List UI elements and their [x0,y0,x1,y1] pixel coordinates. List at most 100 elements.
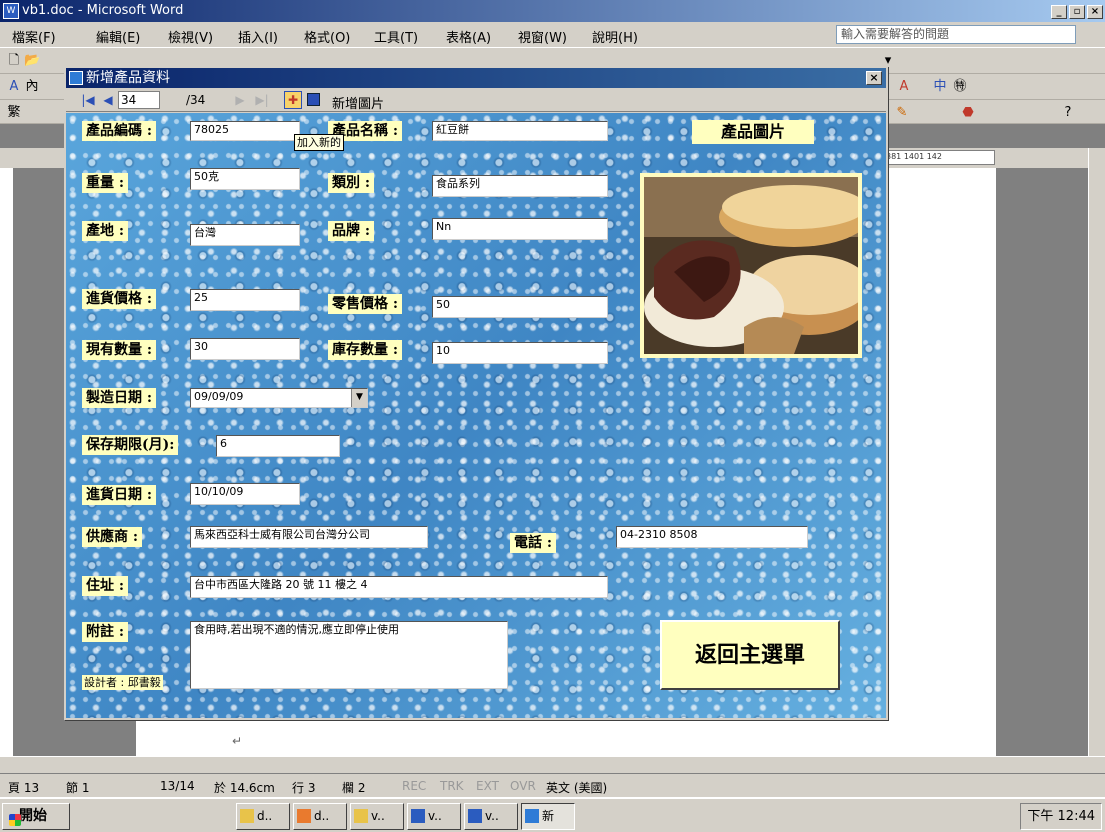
toolbar-tool-icon[interactable]: ✎ [894,105,910,121]
add-image-button[interactable]: 新增圖片 [332,93,384,112]
form-app-icon[interactable] [69,71,83,85]
product-form-window: 新增產品資料 × |◀ ◀ 34 /34 ▶ ▶| ✚ 新增圖片 加入新的 產品… [64,66,888,720]
status-bar: 頁 13 節 1 13/14 於 14.6cm 行 3 欄 2 REC TRK … [0,773,1105,797]
app-icon [297,809,311,823]
record-number-input[interactable]: 34 [118,91,160,109]
close-button[interactable]: × [1087,5,1103,19]
add-record-button[interactable]: ✚ [284,91,302,109]
address-field[interactable]: 台中市西區大隆路 20 號 11 樓之 4 [190,576,608,598]
stock-qty-field[interactable]: 10 [432,342,608,364]
save-icon[interactable] [307,93,320,106]
task-form-active[interactable]: 新 [521,803,575,830]
minimize-button[interactable]: _ [1051,5,1067,19]
menu-file[interactable]: 檔案(F) [12,27,56,46]
start-button[interactable]: 開始 [2,803,70,830]
task-word-5[interactable]: v.. [464,803,518,830]
origin-field[interactable]: 台灣 [190,224,300,246]
font-color-icon[interactable]: A [896,79,912,95]
horizontal-scrollbar[interactable] [0,756,1105,773]
task-app-2[interactable]: d.. [293,803,347,830]
status-trk[interactable]: TRK [440,779,464,793]
task-label: d.. [257,809,273,823]
status-ovr[interactable]: OVR [510,779,536,793]
ask-question-input[interactable]: 輸入需要解答的問題 [836,25,1076,44]
dropdown-arrow-icon[interactable]: ▼ [351,389,367,407]
notes-textarea[interactable]: 食用時,若出現不適的情況,應立即停止使用 [190,621,508,689]
status-ext[interactable]: EXT [476,779,499,793]
first-record-icon[interactable]: |◀ [80,92,96,108]
code-field[interactable]: 78025 [190,121,300,141]
category-field[interactable]: 食品系列 [432,175,608,197]
content-icon[interactable]: 內 [24,79,40,95]
form-title-bar: 新增產品資料 [66,68,886,88]
record-navigation-bar: |◀ ◀ 34 /34 ▶ ▶| ✚ 新增圖片 [66,88,886,112]
status-pages: 13/14 [160,779,195,793]
designer-credit: 設計者 : 邱書毅 [82,675,163,690]
retail-field[interactable]: 50 [432,296,608,318]
shelf-life-label: 保存期限(月): [82,435,179,455]
stock-qty-label: 庫存數量 : [328,340,403,360]
toolbar-stop-icon[interactable]: ⬣ [960,105,976,121]
form-icon [525,809,539,823]
shelf-life-field[interactable]: 6 [216,435,340,457]
menu-format[interactable]: 格式(O) [304,27,350,46]
word-icon [468,809,482,823]
menu-bar: 檔案(F) 編輯(E) 檢視(V) 插入(I) 格式(O) 工具(T) 表格(A… [0,22,1105,48]
current-qty-label: 現有數量 : [82,340,157,360]
menu-view[interactable]: 檢視(V) [168,27,213,46]
code-label: 產品編碼 : [82,121,157,141]
supplier-field[interactable]: 馬來西亞科士威有限公司台灣分公司 [190,526,428,548]
vertical-scrollbar[interactable] [1088,148,1105,773]
menu-tools[interactable]: 工具(T) [374,27,418,46]
current-qty-field[interactable]: 30 [190,338,300,360]
origin-label: 產地 : [82,221,129,241]
task-folder-3[interactable]: v.. [350,803,404,830]
task-word-4[interactable]: v.. [407,803,461,830]
help-icon[interactable]: ? [1060,105,1076,121]
form-close-button[interactable]: × [866,71,882,85]
task-folder-1[interactable]: d.. [236,803,290,830]
record-total: /34 [186,93,206,107]
mfg-date-dropdown[interactable]: 09/09/09 ▼ [190,388,368,408]
status-section: 節 1 [66,781,90,795]
weight-field[interactable]: 50克 [190,168,300,190]
status-page: 頁 13 [8,781,40,795]
name-field[interactable]: 紅豆餅 [432,121,608,141]
menu-window[interactable]: 視窗(W) [518,27,567,46]
cost-field[interactable]: 25 [190,289,300,311]
last-record-icon[interactable]: ▶| [254,92,270,108]
traditional-chinese-icon[interactable]: 繁 [6,105,22,121]
menu-edit[interactable]: 編輯(E) [96,27,140,46]
form-body: 產品編碼 : 78025 產品名稱 : 紅豆餅 重量 : 50克 類別 : 食品… [66,113,886,718]
status-rec[interactable]: REC [402,779,426,793]
task-label: v.. [371,809,385,823]
word-icon [411,809,425,823]
brand-field[interactable]: Nn [432,218,608,240]
back-to-main-menu-button[interactable]: 返回主選單 [660,620,840,690]
phone-field[interactable]: 04-2310 8508 [616,526,808,548]
task-label: 新 [542,809,555,823]
new-document-icon[interactable]: 🗋 [6,53,22,69]
supplier-label: 供應商 : [82,527,143,547]
weight-label: 重量 : [82,173,129,193]
word-app-icon[interactable]: W [3,3,19,19]
brand-label: 品牌 : [328,221,375,241]
next-record-icon[interactable]: ▶ [232,92,248,108]
menu-help[interactable]: 說明(H) [592,27,638,46]
ruler-marks: 381 1401 142 [886,152,942,161]
open-folder-icon[interactable]: 📂 [24,53,40,69]
prev-record-icon[interactable]: ◀ [100,92,116,108]
menu-insert[interactable]: 插入(I) [238,27,278,46]
menu-table[interactable]: 表格(A) [446,27,491,46]
address-label: 住址 : [82,576,129,596]
enclose-char-icon[interactable]: ㊕ [952,79,968,95]
mfg-date-label: 製造日期 : [82,388,157,408]
restore-button[interactable]: ▫ [1069,5,1085,19]
word-title-bar: vb1.doc - Microsoft Word [0,0,1105,22]
system-clock[interactable]: 下午 12:44 [1020,803,1102,830]
task-label: v.. [485,809,499,823]
phonetic-guide-icon[interactable]: 中 [932,79,948,95]
window-title: vb1.doc - Microsoft Word [22,3,184,18]
style-icon[interactable]: A [6,79,22,95]
purchase-date-field[interactable]: 10/10/09 [190,483,300,505]
